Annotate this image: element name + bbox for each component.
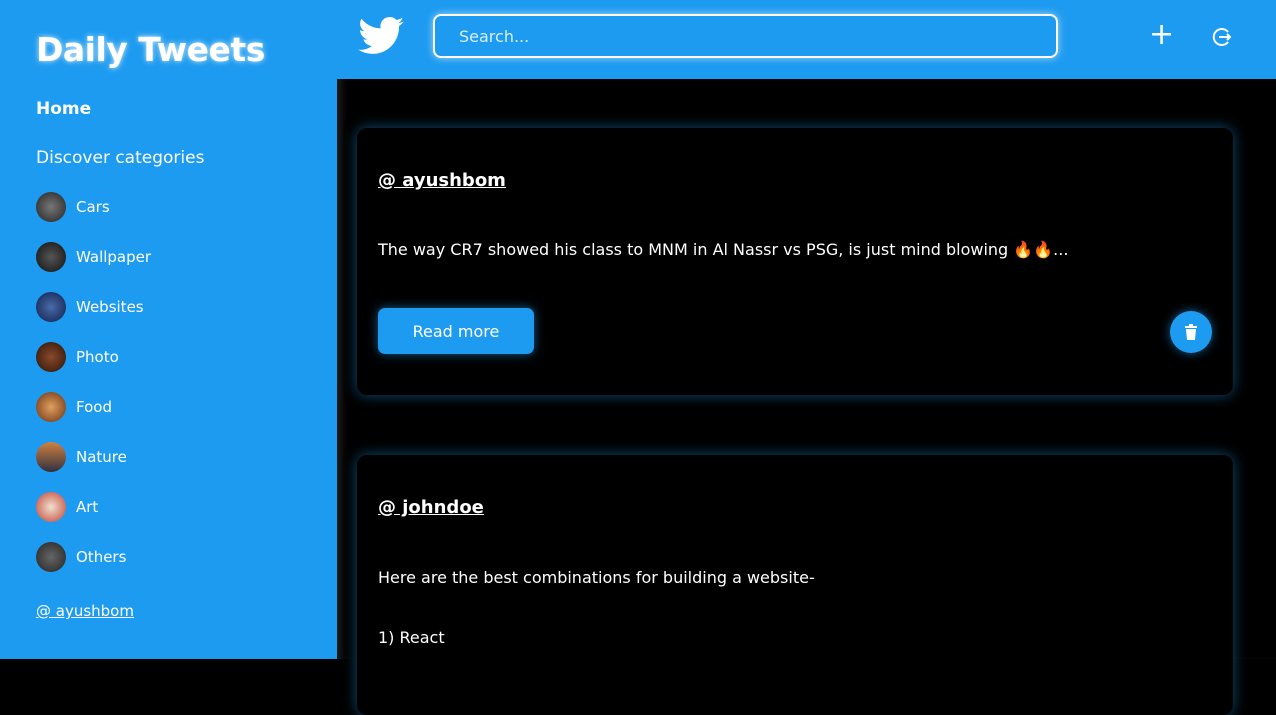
feed: @ ayushbom The way CR7 showed his class … [337,79,1276,715]
tweet-handle[interactable]: @ ayushbom [378,170,506,191]
category-list: Cars Wallpaper Websites Photo Food Natur… [36,182,151,582]
category-label: Websites [76,298,144,316]
tweet-handle[interactable]: @ johndoe [378,497,484,518]
tweet-card: @ ayushbom The way CR7 showed his class … [357,128,1233,395]
category-nature[interactable]: Nature [36,432,151,482]
category-avatar [36,542,66,572]
category-avatar [36,292,66,322]
category-websites[interactable]: Websites [36,282,151,332]
category-cars[interactable]: Cars [36,182,151,232]
app-title: Daily Tweets [36,30,265,69]
trash-icon [1185,324,1197,340]
tweet-text: The way CR7 showed his class to MNM in A… [378,240,1069,259]
nav-home[interactable]: Home [36,99,91,119]
current-user-link[interactable]: @ ayushbom [36,602,134,620]
sidebar: Daily Tweets Home Discover categories Ca… [0,0,337,659]
plus-icon[interactable]: + [1149,20,1174,50]
category-label: Nature [76,448,127,466]
tweet-card: @ johndoe Here are the best combinations… [357,455,1233,715]
category-avatar [36,492,66,522]
tweet-text: Here are the best combinations for build… [378,568,815,587]
twitter-bird-icon[interactable] [358,17,404,55]
category-label: Cars [76,198,110,216]
category-avatar [36,242,66,272]
read-more-button[interactable]: Read more [378,308,534,354]
category-label: Others [76,548,127,566]
logout-icon[interactable] [1209,25,1233,49]
category-label: Food [76,398,112,416]
category-label: Art [76,498,99,516]
category-others[interactable]: Others [36,532,151,582]
discover-heading: Discover categories [36,148,205,168]
category-avatar [36,442,66,472]
category-wallpaper[interactable]: Wallpaper [36,232,151,282]
category-label: Photo [76,348,119,366]
category-label: Wallpaper [76,248,152,266]
category-avatar [36,192,66,222]
category-photo[interactable]: Photo [36,332,151,382]
search-input[interactable] [433,14,1058,58]
category-art[interactable]: Art [36,482,151,532]
category-avatar [36,392,66,422]
tweet-text: 1) React [378,628,445,647]
category-avatar [36,342,66,372]
delete-button[interactable] [1170,311,1212,353]
category-food[interactable]: Food [36,382,151,432]
header: + [337,0,1276,79]
